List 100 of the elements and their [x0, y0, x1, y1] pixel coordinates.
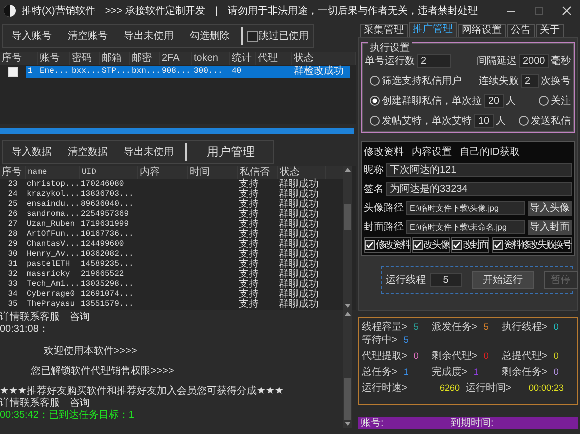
input-field[interactable]: E:\临时文件下载\头像.jpg: [406, 201, 525, 215]
column-header[interactable]: 私信否: [238, 166, 278, 179]
scroll-thumb[interactable]: [344, 204, 351, 230]
radio-button[interactable]: [370, 96, 380, 106]
column-header[interactable]: 时间: [188, 166, 238, 179]
start-button[interactable]: 开始运行: [472, 271, 534, 289]
table-cell-text: 124499600: [80, 240, 126, 250]
column-header[interactable]: 密码: [70, 52, 100, 65]
stat-label: 执行线程>: [502, 320, 548, 334]
unit-label: 次换号: [541, 75, 571, 88]
field-label: 单号运行数: [365, 54, 415, 68]
checkbox[interactable]: [412, 240, 423, 250]
checkbox-label: 改头像: [424, 238, 449, 252]
table-cell-text: 群聊成功: [278, 210, 320, 220]
input-field[interactable]: 10: [474, 114, 494, 128]
stat-label: 线程容量>: [362, 320, 408, 334]
column-header[interactable]: token: [192, 52, 230, 65]
checkbox[interactable]: [247, 30, 258, 42]
table-cell: ArtOfFun...: [26, 230, 80, 240]
radio-button[interactable]: [519, 116, 529, 126]
table-cell-text: 10362082...: [80, 250, 135, 260]
column-header[interactable]: 状态: [292, 52, 356, 65]
scrollbar[interactable]: [343, 166, 352, 310]
input-field[interactable]: 2: [417, 54, 451, 68]
toolbar-button[interactable]: 导入账号: [5, 26, 59, 46]
column-header[interactable]: 邮密: [130, 52, 160, 65]
toolbar-button[interactable]: 清空数据: [61, 142, 115, 162]
table-cell-text: 35: [7, 300, 19, 310]
toolbar-button[interactable]: 导出未使用: [117, 142, 181, 162]
import-button[interactable]: 导入封面: [528, 220, 572, 234]
table-cell-text: 支持: [238, 220, 260, 230]
tab[interactable]: 修改资料: [364, 145, 404, 159]
scroll-up-icon[interactable]: [344, 168, 350, 172]
input-field[interactable]: E:\临时文件下载\未命名.jpg: [406, 220, 525, 234]
input-field[interactable]: 2000: [519, 54, 549, 68]
import-button[interactable]: 导入头像: [528, 200, 572, 216]
table-cell-text: 23: [7, 180, 19, 190]
input-field[interactable]: 20: [484, 94, 504, 108]
column-header[interactable]: 内容: [138, 166, 188, 179]
checkbox[interactable]: [492, 240, 503, 250]
column-header[interactable]: 邮箱: [100, 52, 130, 65]
selected-row[interactable]: 1 Ene... bxx...STP...bxn...908... 300... 40 群检改成功: [26, 66, 350, 78]
table-cell-text: 群聊成功: [278, 230, 320, 240]
tab[interactable]: 内容设置: [412, 145, 452, 159]
toolbar-button[interactable]: 勾选删除: [183, 26, 237, 46]
stat-value: 5: [414, 322, 419, 332]
table-cell: christop...: [26, 180, 80, 190]
column-header[interactable]: 代理: [256, 52, 292, 65]
radio-button[interactable]: [539, 96, 549, 106]
log-line: 欢迎使用本软件>>>>: [44, 346, 138, 358]
log-line: 00:35:42：已到达任务目标：1: [0, 410, 134, 422]
toolbar-button[interactable]: 导出未使用: [117, 26, 181, 46]
stat-label: 剩余代理>: [432, 350, 478, 363]
radio-label: 筛选支持私信用户: [382, 74, 462, 88]
scroll-thumb[interactable]: [344, 378, 351, 420]
table-cell-text: 28: [7, 230, 19, 240]
table-cell-text: 908...: [161, 66, 192, 78]
table-cell-text: 31: [7, 260, 19, 270]
tab[interactable]: 推广管理: [409, 22, 457, 37]
radio-button[interactable]: [370, 76, 380, 86]
scroll-down-icon[interactable]: [344, 304, 350, 308]
table-cell-text: STP...: [101, 66, 130, 78]
column-header[interactable]: 统计: [230, 52, 256, 65]
checkbox[interactable]: [452, 240, 462, 250]
stat-value: 0: [554, 351, 559, 361]
table-cell-text: 群聊成功: [278, 220, 320, 230]
column-header[interactable]: 账号: [38, 52, 70, 65]
column-header[interactable]: 序号: [0, 166, 26, 179]
radio-label: 发帖艾特，单次艾特: [382, 114, 472, 128]
checkbox[interactable]: [365, 240, 375, 250]
column-header[interactable]: UID: [80, 166, 138, 179]
table-cell-text: Cyberrage0: [26, 290, 76, 300]
radio-button[interactable]: [370, 116, 380, 126]
close-icon[interactable]: [562, 6, 572, 16]
scroll-down-icon[interactable]: [344, 422, 350, 426]
log-line: 00:31:08：: [0, 324, 49, 336]
field-label: 头像路径: [364, 202, 404, 215]
user-management-button[interactable]: 用户管理: [193, 142, 269, 162]
stat-value: 0: [484, 351, 489, 361]
scrollbar[interactable]: [343, 310, 352, 428]
table-cell-text: 支持: [238, 300, 260, 310]
table-cell-text: 24: [7, 190, 19, 200]
field-label: 间隔延迟: [477, 55, 517, 68]
column-header[interactable]: 序号: [0, 52, 38, 65]
input-field[interactable]: 5: [430, 273, 462, 287]
toolbar-button[interactable]: 清空账号: [61, 26, 115, 46]
scroll-up-icon[interactable]: [344, 312, 350, 316]
table-cell-text: 1719631999: [80, 220, 130, 230]
stat-label: 运行时速>: [362, 382, 408, 395]
column-header[interactable]: name: [26, 166, 80, 179]
field-label: 封面路径: [364, 220, 404, 234]
stat-label: 运行时间>: [466, 382, 512, 395]
input-field[interactable]: 为阿达是的33234: [386, 182, 572, 196]
column-header[interactable]: 状态: [278, 166, 326, 179]
input-field[interactable]: 下次阿达的121: [386, 163, 572, 177]
toolbar-button[interactable]: 导入数据: [5, 142, 59, 162]
input-field[interactable]: 2: [521, 74, 539, 88]
column-header[interactable]: 2FA: [160, 52, 192, 65]
tab[interactable]: 自己的ID获取: [460, 145, 520, 159]
checkbox-label: 跳过已使用: [259, 30, 309, 43]
